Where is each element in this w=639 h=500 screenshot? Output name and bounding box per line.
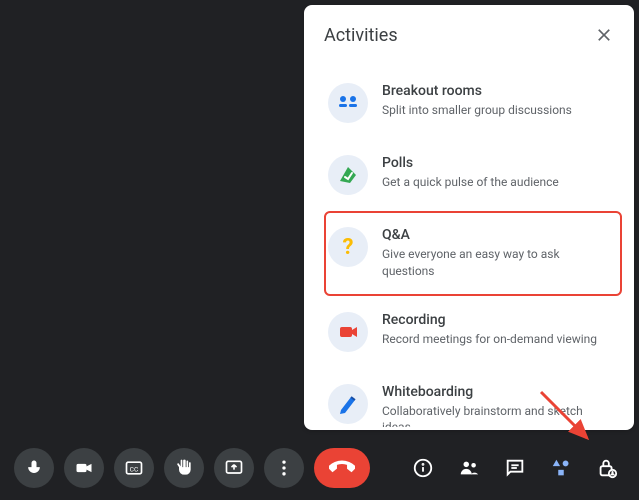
activity-title: Q&A bbox=[382, 227, 612, 243]
mic-icon bbox=[24, 458, 44, 478]
people-button[interactable] bbox=[451, 450, 487, 486]
qa-icon: ? bbox=[328, 227, 368, 267]
activities-list[interactable]: Breakout rooms Split into smaller group … bbox=[324, 67, 630, 427]
polls-icon bbox=[328, 155, 368, 195]
chat-button[interactable] bbox=[497, 450, 533, 486]
mic-button[interactable] bbox=[14, 448, 54, 488]
activity-desc: Give everyone an easy way to ask questio… bbox=[382, 246, 612, 280]
captions-button[interactable]: CC bbox=[114, 448, 154, 488]
activity-title: Polls bbox=[382, 155, 612, 171]
phone-hangup-icon bbox=[329, 455, 355, 481]
activity-breakout[interactable]: Breakout rooms Split into smaller group … bbox=[324, 67, 622, 139]
svg-text:?: ? bbox=[343, 235, 354, 259]
close-icon bbox=[594, 25, 614, 45]
more-icon bbox=[274, 458, 294, 478]
present-button[interactable] bbox=[214, 448, 254, 488]
svg-text:CC: CC bbox=[130, 465, 139, 473]
people-icon bbox=[458, 457, 480, 479]
leave-call-button[interactable] bbox=[314, 448, 370, 488]
camera-icon bbox=[74, 458, 94, 478]
activities-button[interactable] bbox=[543, 450, 579, 486]
activity-desc: Split into smaller group discussions bbox=[382, 102, 612, 119]
activity-title: Whiteboarding bbox=[382, 384, 612, 400]
activity-title: Recording bbox=[382, 312, 612, 328]
bottom-control-bar: CC bbox=[0, 448, 639, 488]
activity-body: Q&A Give everyone an easy way to ask que… bbox=[382, 227, 612, 280]
activity-desc: Get a quick pulse of the audience bbox=[382, 174, 612, 191]
activity-title: Breakout rooms bbox=[382, 83, 612, 99]
more-options-button[interactable] bbox=[264, 448, 304, 488]
activity-body: Polls Get a quick pulse of the audience bbox=[382, 155, 612, 195]
cc-icon: CC bbox=[124, 458, 144, 478]
chat-icon bbox=[504, 457, 526, 479]
panel-header: Activities bbox=[324, 21, 630, 49]
lock-person-icon bbox=[596, 457, 618, 479]
hand-icon bbox=[174, 458, 194, 478]
shapes-icon bbox=[550, 457, 572, 479]
meeting-info-button[interactable] bbox=[405, 450, 441, 486]
whiteboard-icon bbox=[328, 384, 368, 424]
close-button[interactable] bbox=[590, 21, 618, 49]
recording-icon bbox=[328, 312, 368, 352]
activity-body: Recording Record meetings for on-demand … bbox=[382, 312, 612, 352]
activity-desc: Record meetings for on-demand viewing bbox=[382, 331, 612, 348]
info-icon bbox=[412, 457, 434, 479]
activities-panel: Activities Breakout rooms Split into sma… bbox=[304, 5, 634, 430]
activity-body: Breakout rooms Split into smaller group … bbox=[382, 83, 612, 123]
camera-button[interactable] bbox=[64, 448, 104, 488]
raise-hand-button[interactable] bbox=[164, 448, 204, 488]
activity-whiteboard[interactable]: Whiteboarding Collaboratively brainstorm… bbox=[324, 368, 622, 427]
present-icon bbox=[224, 458, 244, 478]
activity-desc: Collaboratively brainstorm and sketch id… bbox=[382, 403, 612, 427]
breakout-rooms-icon bbox=[328, 83, 368, 123]
activity-body: Whiteboarding Collaboratively brainstorm… bbox=[382, 384, 612, 427]
activity-recording[interactable]: Recording Record meetings for on-demand … bbox=[324, 296, 622, 368]
host-controls-button[interactable] bbox=[589, 450, 625, 486]
panel-title: Activities bbox=[324, 25, 398, 46]
activity-qa[interactable]: ? Q&A Give everyone an easy way to ask q… bbox=[324, 211, 622, 296]
activity-polls[interactable]: Polls Get a quick pulse of the audience bbox=[324, 139, 622, 211]
